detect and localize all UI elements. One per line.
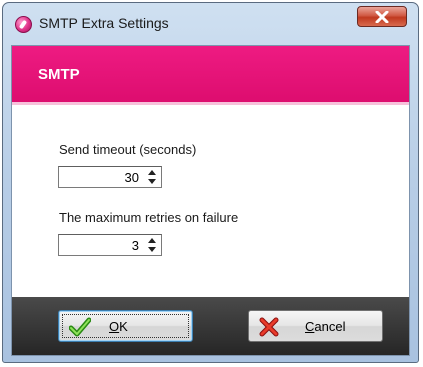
send-timeout-label: Send timeout (seconds)	[59, 142, 197, 157]
red-x-icon	[259, 317, 279, 341]
ok-button-label: OK	[109, 319, 128, 334]
dialog-client-area: SMTP Send timeout (seconds) 30 The maxim…	[11, 45, 410, 356]
max-retries-label: The maximum retries on failure	[59, 210, 239, 225]
checkmark-icon	[68, 317, 92, 341]
close-icon	[375, 10, 389, 23]
max-retries-spinner[interactable]: 3	[58, 234, 162, 256]
title-bar[interactable]: SMTP Extra Settings	[3, 3, 418, 45]
cancel-button-label: Cancel	[305, 319, 346, 334]
send-timeout-down-arrow-icon[interactable]	[145, 177, 159, 186]
header-title: SMTP	[38, 66, 80, 83]
window-title: SMTP Extra Settings	[39, 15, 169, 31]
app-icon	[15, 16, 32, 33]
button-bar: OK Cancel	[12, 297, 409, 355]
header-banner: SMTP	[12, 46, 409, 105]
send-timeout-spinner[interactable]: 30	[58, 166, 162, 188]
max-retries-down-arrow-icon[interactable]	[145, 245, 159, 254]
max-retries-up-arrow-icon[interactable]	[145, 236, 159, 245]
send-timeout-value[interactable]: 30	[125, 170, 139, 185]
close-button[interactable]	[357, 6, 407, 27]
max-retries-value[interactable]: 3	[132, 238, 139, 253]
dialog-window: SMTP Extra Settings SMTP Send timeout (s…	[2, 2, 419, 363]
cancel-button[interactable]: Cancel	[248, 310, 383, 342]
ok-button[interactable]: OK	[58, 310, 193, 342]
send-timeout-up-arrow-icon[interactable]	[145, 168, 159, 177]
